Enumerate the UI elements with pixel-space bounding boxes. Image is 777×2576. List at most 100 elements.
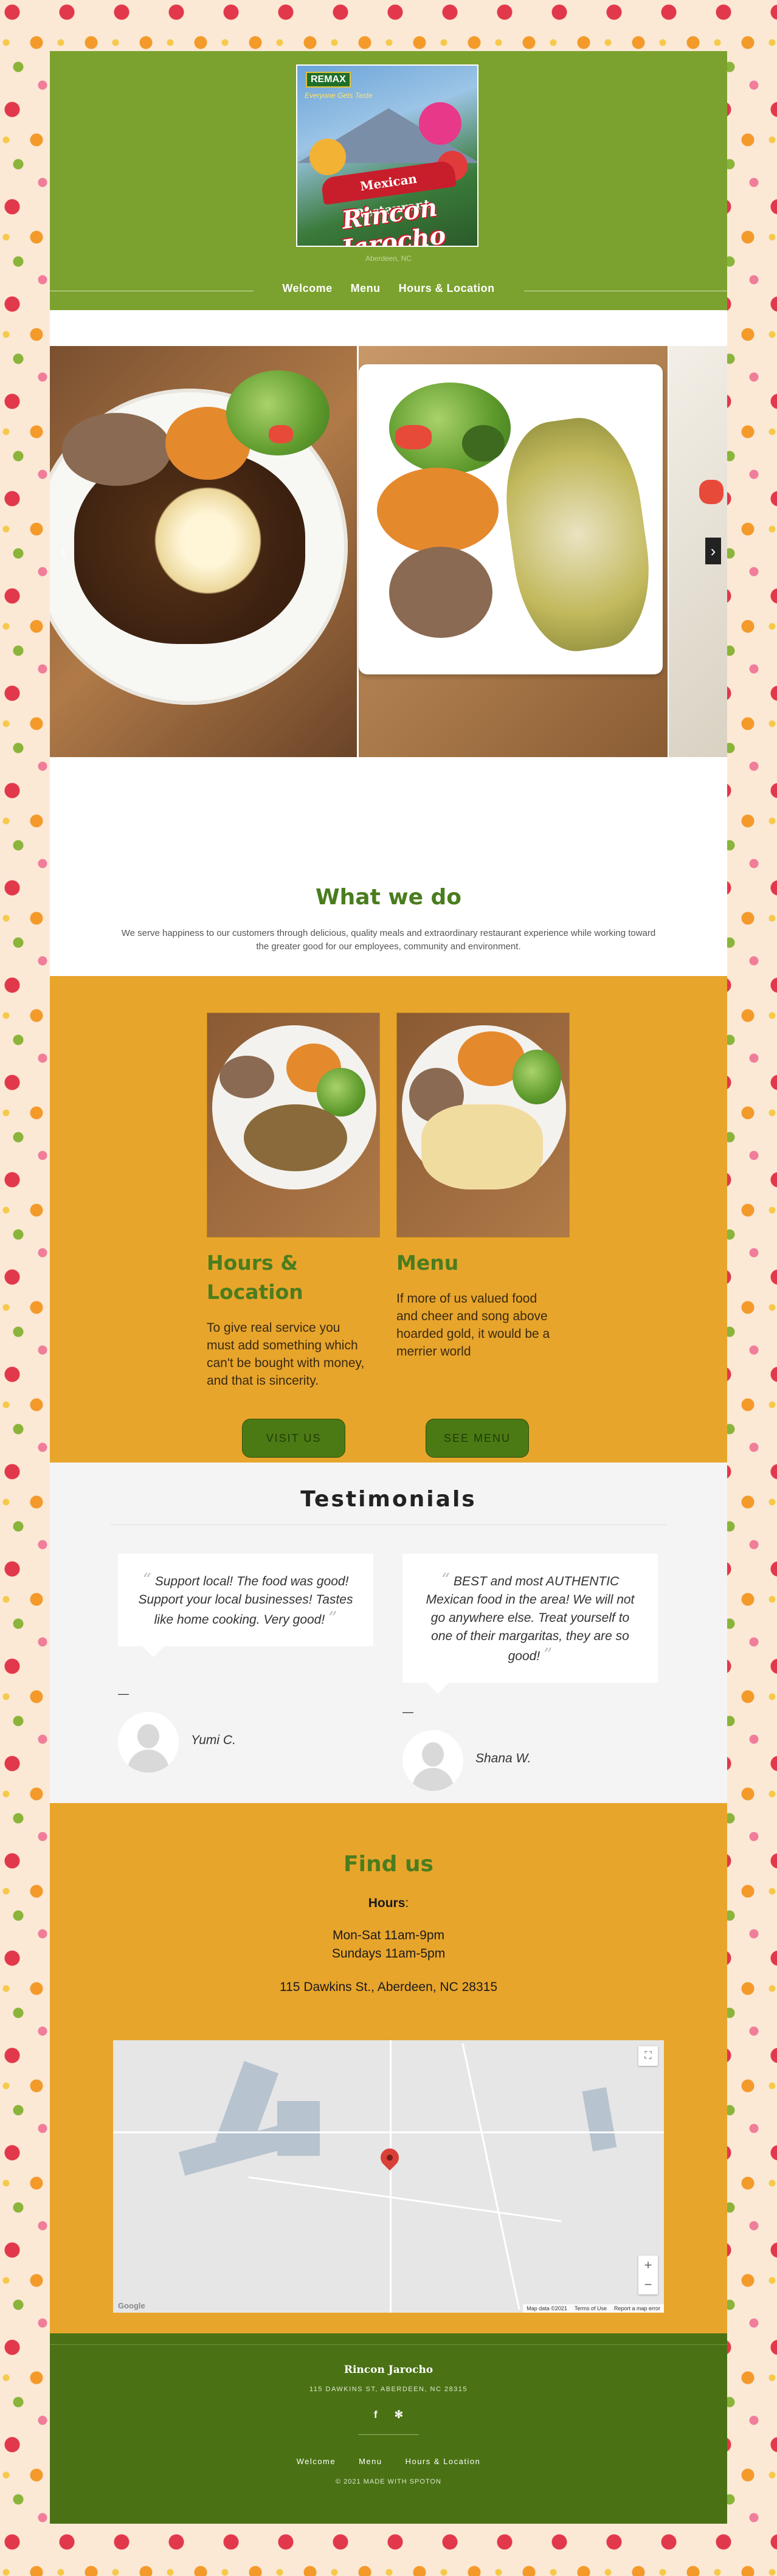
testimonial-dash: — (118, 1688, 129, 1700)
fajitas-image (207, 1013, 380, 1238)
map-road (113, 2131, 664, 2133)
testimonial-card: “ Support local! The food was good! Supp… (118, 1554, 373, 1657)
testimonial-quote: BEST and most AUTHENTIC Mexican food in … (426, 1574, 635, 1663)
map-water (582, 2087, 617, 2152)
avatar-icon (118, 1712, 179, 1773)
salad (317, 1068, 365, 1117)
logo-flower (309, 139, 346, 175)
footer-restaurant-name: Rincon Jarocho (344, 2364, 433, 2376)
nav-menu[interactable]: Menu (351, 282, 381, 295)
page: REMAX Everyone Gets Taste Mexican Restau… (50, 51, 727, 2524)
avatar-head (137, 1724, 159, 1748)
fajitas (244, 1104, 347, 1171)
guacamole (462, 425, 505, 462)
map-road (461, 2043, 520, 2310)
map-report-link[interactable]: Report a map error (614, 2305, 660, 2311)
header-location: Aberdeen, NC (365, 254, 412, 263)
logo-tag: REMAX (306, 72, 351, 88)
map-terms-link[interactable]: Terms of Use (575, 2305, 607, 2311)
restaurant-logo[interactable]: REMAX Everyone Gets Taste Mexican Restau… (296, 64, 478, 247)
hours-weekday: Mon-Sat 11am-9pm (332, 1928, 445, 1942)
facebook-icon[interactable]: f (374, 2409, 378, 2421)
testimonial-author: Shana W. (475, 1751, 531, 1765)
map-pin-icon[interactable] (376, 2144, 403, 2171)
refried-beans (389, 547, 492, 638)
footer-address: 115 DAWKINS ST, ABERDEEN, NC 28315 (309, 2386, 468, 2393)
refried-beans (219, 1056, 274, 1098)
footer-nav-welcome[interactable]: Welcome (297, 2457, 336, 2466)
slide-enchiladas-verdes (359, 346, 668, 757)
testimonials-section: Testimonials “ Support local! The food w… (50, 1463, 727, 1803)
service-menu: Menu If more of us valued food and cheer… (396, 1013, 570, 1360)
what-we-do-title: What we do (315, 885, 462, 910)
map-road (390, 2040, 392, 2313)
hours-sunday: Sundays 11am-5pm (331, 1947, 446, 1961)
tomato (699, 480, 723, 504)
what-we-do-section: What we do We serve happiness to our cus… (50, 757, 727, 976)
quesadilla (421, 1104, 543, 1189)
tomato (395, 425, 432, 449)
footer-nav-menu[interactable]: Menu (359, 2457, 382, 2466)
footer-divider (358, 2434, 419, 2435)
chevron-left-icon[interactable]: ‹ (56, 538, 72, 564)
find-us-title: Find us (344, 1852, 433, 1877)
testimonial-dash: — (402, 1706, 413, 1718)
tomato (269, 425, 293, 443)
rice (377, 468, 499, 553)
yelp-icon[interactable]: ✻ (395, 2409, 403, 2421)
service-text: To give real service you must add someth… (207, 1321, 365, 1388)
map-road (248, 2176, 562, 2223)
hours-label: Hours (368, 1896, 406, 1910)
chevron-right-icon[interactable]: › (705, 538, 721, 564)
salad (513, 1050, 561, 1104)
google-map[interactable]: ⛶ + − Google Map data ©2021 Terms of Use… (113, 2040, 664, 2313)
google-logo: Google (118, 2301, 145, 2310)
zoom-in-button[interactable]: + (638, 2256, 658, 2275)
footer-nav-hours-location[interactable]: Hours & Location (406, 2457, 481, 2466)
hours-label-line: Hours: (368, 1896, 409, 1910)
avatar-head (422, 1742, 444, 1767)
site-header: REMAX Everyone Gets Taste Mexican Restau… (50, 51, 727, 310)
restaurant-address: 115 Dawkins St., Aberdeen, NC 28315 (280, 1980, 497, 1994)
quote-close-icon: ” (544, 1644, 553, 1664)
map-zoom-controls: + − (638, 2256, 658, 2294)
service-title: Hours & Location (207, 1251, 303, 1304)
refried-beans (62, 413, 171, 486)
image-slider[interactable]: ‹ › (50, 346, 727, 757)
testimonial-quote: Support local! The food was good! Suppor… (138, 1574, 353, 1627)
social-links: f ✻ (50, 2409, 727, 2421)
what-we-do-text: We serve happiness to our customers thro… (121, 928, 656, 952)
fullscreen-icon[interactable]: ⛶ (638, 2046, 658, 2066)
slide-mole-enchiladas (50, 346, 357, 757)
zoom-out-button[interactable]: − (638, 2275, 658, 2294)
footer-copyright[interactable]: © 2021 MADE WITH SPOTON (50, 2478, 727, 2485)
site-footer: Rincon Jarocho 115 DAWKINS ST, ABERDEEN,… (50, 2333, 727, 2524)
quesadilla-image (396, 1013, 570, 1238)
service-hours-location: Hours & Location To give real service yo… (207, 1013, 380, 1390)
avatar-icon (402, 1730, 463, 1791)
quote-open-icon: “ (142, 1570, 151, 1590)
footer-top-divider (50, 2344, 727, 2345)
logo-subtitle: Everyone Gets Taste (305, 91, 373, 100)
avatar-body (128, 1750, 169, 1773)
nav-welcome[interactable]: Welcome (282, 282, 332, 295)
see-menu-button[interactable]: SEE MENU (426, 1419, 529, 1458)
avatar-body (412, 1768, 454, 1791)
services-section: Hours & Location To give real service yo… (50, 976, 727, 1463)
logo-flower (419, 102, 461, 145)
visit-us-button[interactable]: VISIT US (242, 1419, 345, 1458)
quote-open-icon: “ (441, 1570, 451, 1590)
cheese-topping (141, 486, 275, 595)
hours-list: Mon-Sat 11am-9pm Sundays 11am-5pm (50, 1927, 727, 1963)
map-water (277, 2101, 320, 2156)
find-us-section: Find us Hours: Mon-Sat 11am-9pm Sundays … (50, 1803, 727, 2333)
testimonial-card: “ BEST and most AUTHENTIC Mexican food i… (402, 1554, 658, 1694)
quote-close-icon: ” (328, 1608, 337, 1628)
service-title: Menu (396, 1251, 459, 1275)
map-attribution: Map data ©2021 Terms of Use Report a map… (523, 2304, 664, 2313)
testimonial-author: Yumi C. (191, 1733, 236, 1747)
nav-hours-location[interactable]: Hours & Location (399, 282, 495, 295)
service-text: If more of us valued food and cheer and … (396, 1292, 550, 1359)
main-nav: Welcome Menu Hours & Location (50, 282, 727, 295)
map-data-credit: Map data ©2021 (527, 2305, 567, 2311)
